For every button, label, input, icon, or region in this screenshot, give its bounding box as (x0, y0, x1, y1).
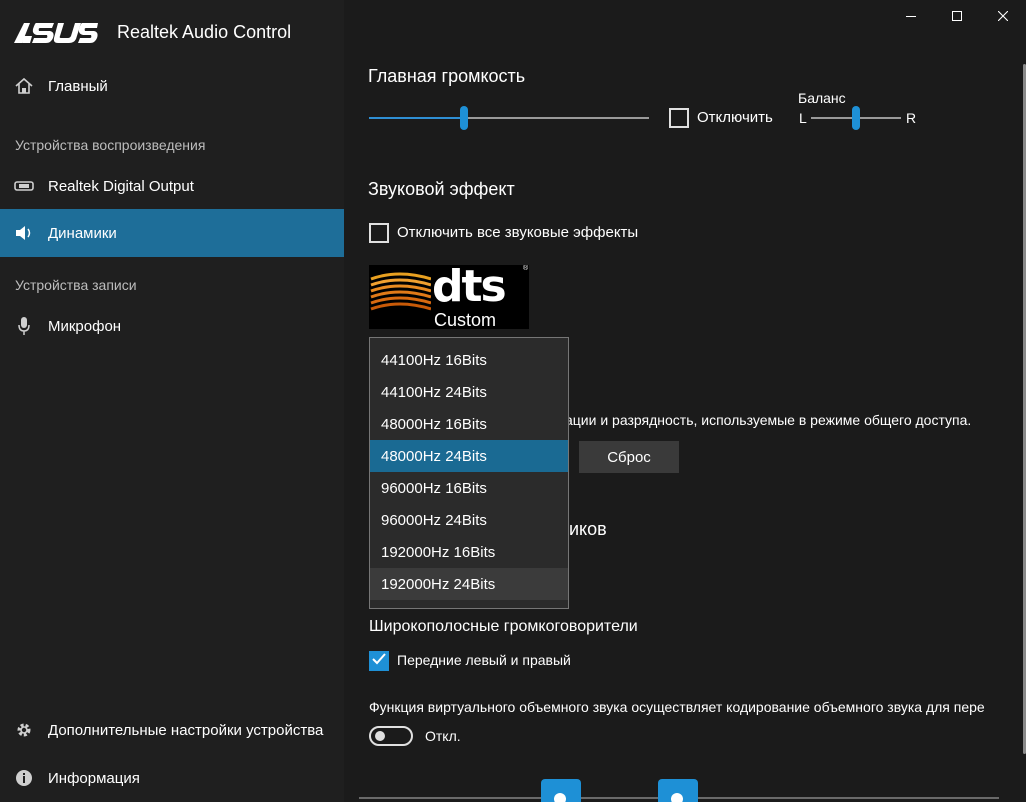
speaker-icon (0, 225, 48, 241)
info-icon (0, 769, 48, 787)
mute-checkbox[interactable] (669, 108, 689, 128)
speaker-config-title: иков (569, 519, 607, 539)
volume-fill (369, 117, 464, 119)
sound-effect-title: Звуковой эффект (368, 179, 515, 199)
main-scrollbar[interactable] (1022, 34, 1026, 802)
dropdown-option-selected[interactable]: 48000Hz 24Bits (370, 440, 568, 472)
sidebar-item-microphone[interactable]: Микрофон (0, 302, 344, 350)
disable-effects-label: Отключить все звуковые эффекты (397, 224, 639, 241)
recording-devices-heading: Устройства записи (15, 277, 137, 293)
balance-label: Баланс (798, 90, 846, 106)
master-volume-title: Главная громкость (368, 66, 526, 86)
sidebar-item-label: Информация (48, 769, 140, 787)
sidebar-item-label: Динамики (48, 224, 117, 242)
sidebar-item-digital-output[interactable]: Realtek Digital Output (0, 162, 344, 210)
dropdown-option-hovered[interactable]: 192000Hz 24Bits (370, 568, 568, 600)
sidebar: Realtek Audio Control Главный Устройства… (0, 0, 344, 802)
virtual-surround-toggle[interactable] (369, 726, 413, 746)
dropdown-option[interactable]: 96000Hz 24Bits (370, 504, 568, 536)
digital-output-icon (0, 180, 48, 192)
minimize-icon (906, 8, 916, 26)
sidebar-item-label: Дополнительные настройки устройства (48, 721, 324, 739)
mute-label: Отключить (697, 109, 773, 126)
microphone-icon (0, 316, 48, 336)
maximize-icon (952, 8, 962, 26)
dts-subtitle: Custom (434, 310, 497, 329)
dropdown-option[interactable]: 44100Hz 24Bits (370, 376, 568, 408)
toggle-knob (375, 731, 385, 741)
checkmark-icon (372, 652, 386, 670)
title-bar: Realtek Audio Control (0, 0, 344, 64)
toggle-state-label: Откл. (425, 728, 461, 744)
sidebar-item-label: Микрофон (48, 317, 122, 335)
speaker-left-icon[interactable] (541, 779, 581, 802)
sidebar-item-home[interactable]: Главный (0, 62, 344, 110)
gear-icon (0, 721, 48, 739)
sidebar-item-label: Realtek Digital Output (48, 177, 194, 195)
sidebar-item-label: Главный (48, 77, 108, 95)
wideband-speakers-title: Широкополосные громкоговорители (369, 618, 638, 635)
sample-rate-dropdown-list[interactable]: 44100Hz 16Bits 44100Hz 24Bits 48000Hz 16… (369, 337, 569, 609)
format-description: ации и разрядность, используемые в режим… (565, 412, 972, 428)
master-volume-slider[interactable] (369, 106, 649, 130)
dts-logo: dts Custom ® (369, 265, 529, 329)
minimize-button[interactable] (888, 0, 934, 34)
app-title: Realtek Audio Control (117, 22, 292, 42)
asus-logo (14, 22, 98, 50)
balance-thumb[interactable] (852, 106, 860, 130)
reset-button[interactable]: Сброс (579, 441, 679, 473)
front-left-right-label: Передние левый и правый (397, 652, 571, 668)
dropdown-option[interactable]: 192000Hz 16Bits (370, 536, 568, 568)
dropdown-option[interactable]: 44100Hz 16Bits (370, 344, 568, 376)
playback-devices-heading: Устройства воспроизведения (15, 137, 206, 153)
dts-registered-mark: ® (523, 265, 529, 272)
close-button[interactable] (980, 0, 1026, 34)
virtual-surround-description: Функция виртуального объемного звука осу… (369, 699, 985, 715)
home-icon (0, 77, 48, 95)
dts-wordmark: dts (432, 265, 507, 312)
maximize-button[interactable] (934, 0, 980, 34)
sidebar-item-speakers[interactable]: Динамики (0, 209, 344, 257)
disable-effects-checkbox[interactable] (369, 223, 389, 243)
balance-left-label: L (799, 110, 807, 126)
balance-right-label: R (906, 110, 917, 126)
sidebar-item-advanced-settings[interactable]: Дополнительные настройки устройства (0, 706, 344, 754)
front-left-right-checkbox[interactable] (369, 651, 389, 671)
dropdown-option[interactable]: 96000Hz 16Bits (370, 472, 568, 504)
dropdown-option[interactable]: 48000Hz 16Bits (370, 408, 568, 440)
sidebar-item-information[interactable]: Информация (0, 754, 344, 802)
balance-slider[interactable] (811, 106, 901, 130)
close-icon (997, 8, 1009, 26)
speaker-right-icon[interactable] (658, 779, 698, 802)
volume-thumb[interactable] (460, 106, 468, 130)
